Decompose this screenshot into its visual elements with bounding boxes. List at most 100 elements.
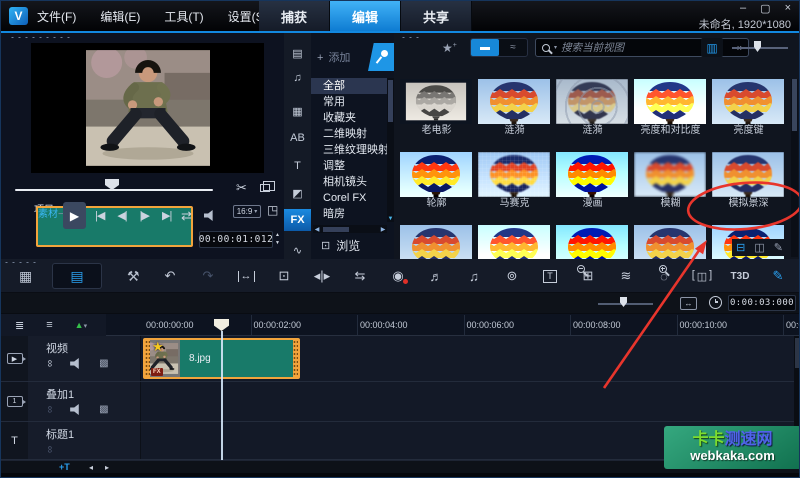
scroll-left-icon[interactable]: ◂	[89, 463, 93, 472]
zoom-out-icon[interactable]	[577, 265, 585, 273]
link-icon[interactable]: ∞	[44, 446, 55, 453]
category-2d-mapping[interactable]: 二维映射	[311, 126, 387, 142]
ripple-edit-icon[interactable]: ⇆	[341, 259, 379, 293]
gallery-scrollbar[interactable]	[791, 79, 798, 257]
ripple-insert-icon[interactable]: ▲▾	[75, 320, 87, 330]
fit-project-icon[interactable]: ↔	[680, 297, 697, 310]
track-transparency-icon[interactable]: ▩	[99, 358, 108, 369]
track-type-icon[interactable]: 1	[7, 396, 23, 407]
record-capture-icon[interactable]: ◉	[379, 259, 417, 293]
library-panel-view-icon[interactable]: ⊟	[736, 241, 745, 254]
filter-thumbnail[interactable]	[556, 152, 628, 197]
track-content[interactable]	[141, 382, 794, 421]
menu-file[interactable]: 文件(F)	[37, 8, 76, 25]
title-icon[interactable]: T	[284, 155, 311, 177]
browse-button[interactable]: ⊡浏览	[321, 237, 360, 254]
category-hscrollbar[interactable]: ◀▶	[313, 225, 387, 233]
category-common[interactable]: 常用	[311, 94, 387, 110]
zoom-in-icon[interactable]	[659, 265, 667, 273]
filter-thumbnail[interactable]	[712, 79, 784, 124]
painting-creator-icon[interactable]: ✎	[759, 259, 797, 293]
audio-icon[interactable]: ♫	[284, 67, 311, 89]
category-scrollbar[interactable]: ▼	[387, 78, 394, 222]
filter-outline[interactable]: 轮廓	[400, 152, 473, 210]
category-adjust[interactable]: 调整	[311, 158, 387, 174]
maximize-icon[interactable]: ▢	[760, 2, 770, 15]
filter-fx-icon[interactable]: FX	[284, 209, 311, 231]
options-edit-icon[interactable]: ✎	[774, 241, 783, 254]
filter-thumbnail[interactable]	[634, 152, 706, 197]
filter-blur[interactable]: 模糊	[634, 152, 707, 210]
transition-icon[interactable]: AB	[284, 127, 311, 149]
filter-old-film[interactable]: 老电影	[400, 79, 473, 137]
go-start-icon[interactable]: |◀	[95, 209, 104, 222]
auto-music-icon[interactable]: ♫	[455, 259, 493, 293]
category-all[interactable]: 全部	[311, 78, 387, 94]
filter-thumbnail[interactable]	[400, 152, 472, 197]
filter-thumbnail[interactable]	[400, 225, 472, 259]
track-manager-icon[interactable]: ≣	[15, 319, 24, 332]
add-category[interactable]: +添加	[317, 49, 369, 67]
filter-mosaic[interactable]: 马赛克	[478, 152, 551, 210]
link-icon[interactable]: ∞	[44, 406, 55, 413]
redo-icon[interactable]: ↷	[189, 259, 227, 293]
split-screen-template-icon[interactable]: ⊞	[569, 259, 607, 293]
split-scissors-icon[interactable]: ✂	[236, 181, 247, 194]
filter-simulated-dof[interactable]: 模拟景深	[712, 152, 785, 210]
go-end-icon[interactable]: ▶|	[162, 209, 171, 222]
duration-clock-icon[interactable]	[709, 296, 722, 309]
filter-luma-key[interactable]: 亮度键	[712, 79, 785, 137]
trim-markers-icon[interactable]: ↔	[227, 259, 265, 293]
link-icon[interactable]: ∞	[44, 360, 55, 367]
gallery-view-toggle[interactable]: ▥	[701, 38, 723, 57]
track-type-icon[interactable]: ▶	[7, 353, 23, 364]
prev-frame-icon[interactable]: ◀|	[117, 209, 126, 222]
dual-view-icon[interactable]: ◫	[754, 241, 764, 254]
filter-brightness-contrast[interactable]: 亮度和对比度	[634, 79, 707, 137]
add-track-icon[interactable]: +T	[59, 462, 70, 472]
filter-thumbnail[interactable]	[478, 152, 550, 197]
aspect-ratio-button[interactable]: 16:9▾	[233, 205, 261, 218]
track-header[interactable]: 标题1 ∞ ▩	[28, 422, 141, 459]
scrub-bar[interactable]	[15, 189, 213, 191]
tab-capture[interactable]: 捕获	[259, 1, 330, 31]
menu-tools[interactable]: 工具(T)	[164, 8, 203, 25]
motion-tracking-icon[interactable]: ≋	[607, 259, 645, 293]
track-header[interactable]: 叠加1 ∞ ▩	[28, 382, 141, 421]
show-video-toggle[interactable]: ▬	[471, 39, 499, 56]
panel-drag-handle[interactable]	[9, 36, 71, 39]
project-region-icon[interactable]: ⊡	[265, 259, 303, 293]
timecode-spinner[interactable]: ▲▼	[275, 231, 280, 247]
filter-thumbnail[interactable]	[634, 225, 706, 259]
filter-partial-4[interactable]	[634, 225, 707, 259]
play-button[interactable]: ▶	[63, 202, 86, 229]
minimize-icon[interactable]: –	[740, 2, 746, 15]
category-corel-fx[interactable]: Corel FX	[311, 190, 387, 206]
mask-creator-icon[interactable]: ◌	[645, 259, 683, 293]
stack-clips-icon[interactable]: ⊚	[493, 259, 531, 293]
sound-mixer-icon[interactable]: ♬	[417, 259, 455, 293]
filter-partial-1[interactable]	[400, 225, 473, 259]
category-favorites[interactable]: 收藏夹	[311, 110, 387, 126]
filter-thumbnail[interactable]	[634, 79, 706, 124]
motion-path-icon[interactable]: ∿	[284, 239, 311, 261]
add-to-favorites-icon[interactable]: ★+	[442, 41, 457, 55]
split-clip-icon[interactable]: ◂|▸	[303, 259, 341, 293]
instant-project-icon[interactable]: ▦	[284, 100, 311, 122]
filter-thumbnail[interactable]	[556, 225, 628, 259]
filter-thumbnail[interactable]	[478, 225, 550, 259]
multicam-editor-icon[interactable]: ◫	[683, 259, 721, 293]
filter-ripple-2[interactable]: 涟漪	[556, 79, 629, 137]
filter-partial-3[interactable]	[556, 225, 629, 259]
filter-partial-2[interactable]	[478, 225, 551, 259]
track-sound-icon[interactable]	[70, 404, 82, 415]
show-audio-toggle[interactable]: ≈	[499, 39, 527, 56]
playhead-line[interactable]	[221, 331, 223, 460]
subtitle-editor-icon[interactable]: T	[531, 259, 569, 293]
show-all-tracks-icon[interactable]: ≡	[46, 319, 52, 331]
3d-title-editor-icon[interactable]: T3D	[721, 259, 759, 293]
track-transparency-icon[interactable]: ▩	[99, 404, 108, 415]
category-3d-texture[interactable]: 三维纹理映射	[311, 142, 387, 158]
filter-thumbnail[interactable]	[556, 79, 628, 124]
pin-icon[interactable]	[368, 43, 394, 71]
